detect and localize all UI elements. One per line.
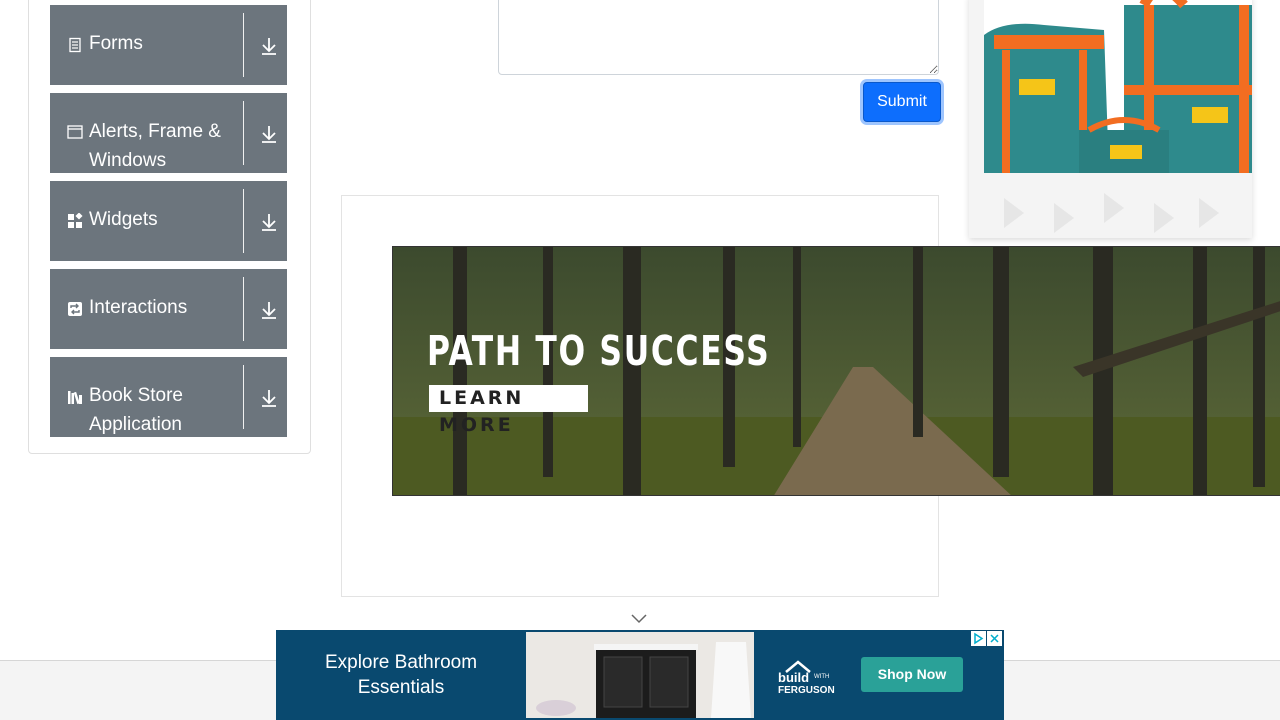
ad-pattern [1004,193,1219,233]
divider [243,101,244,165]
ad-choices-icon[interactable] [971,631,986,646]
svg-text:WITH: WITH [814,674,829,680]
download-arrow-icon[interactable] [258,123,280,145]
ad-headline: PATH TO SUCCESS [427,327,771,375]
download-arrow-icon[interactable] [258,35,280,57]
submit-button[interactable]: Submit [863,82,941,122]
ad-choices[interactable] [971,631,1002,646]
divider [243,13,244,77]
sidebar-group-book-store[interactable]: Book Store Application [50,357,287,437]
divider [243,277,244,341]
sidebar-group-label: Interactions [89,297,188,318]
sidebar-group-interactions[interactable]: Interactions [50,269,287,349]
sidebar-group-forms[interactable]: Forms [50,5,287,85]
svg-text:FERGUSON: FERGUSON [778,685,835,696]
download-arrow-icon[interactable] [258,387,280,409]
download-arrow-icon[interactable] [258,211,280,233]
refresh-icon [68,302,82,316]
svg-text:build: build [778,670,809,685]
text-area-field[interactable] [498,0,939,75]
chevron-down-icon[interactable] [630,612,648,626]
divider [243,365,244,429]
ad-banner-yeti[interactable] [969,0,1252,238]
ferguson-logo: build WITH FERGUSON [778,660,835,696]
download-arrow-icon[interactable] [258,299,280,321]
sidebar-group-label: Forms [89,33,143,54]
sidebar-group-label: Alerts, Frame & Windows [89,121,221,171]
document-icon [69,37,81,53]
sidebar-group-alerts[interactable]: Alerts, Frame & Windows [50,93,287,173]
ad-banner-bottom[interactable]: Explore Bathroom Essentials build WITH F… [276,630,1004,720]
divider [243,189,244,253]
sidebar-group-label: Widgets [89,209,158,230]
ad-image-yeti-coolers [984,0,1252,173]
ad-bottom-text: Explore Bathroom Essentials [324,652,478,698]
widgets-icon [68,213,83,228]
books-icon [68,391,82,405]
close-icon[interactable] [987,631,1002,646]
sidebar-group-widgets[interactable]: Widgets [50,181,287,261]
sidebar-group-label: Book Store Application [89,385,183,435]
window-icon [67,125,83,139]
ad-learn-more-button[interactable]: LEARN MORE [429,385,588,436]
ad-image-vanity [526,632,754,718]
shop-now-button[interactable]: Shop Now [861,657,963,692]
ad-banner-forest[interactable]: PATH TO SUCCESS LEARN MORE [392,246,1280,496]
